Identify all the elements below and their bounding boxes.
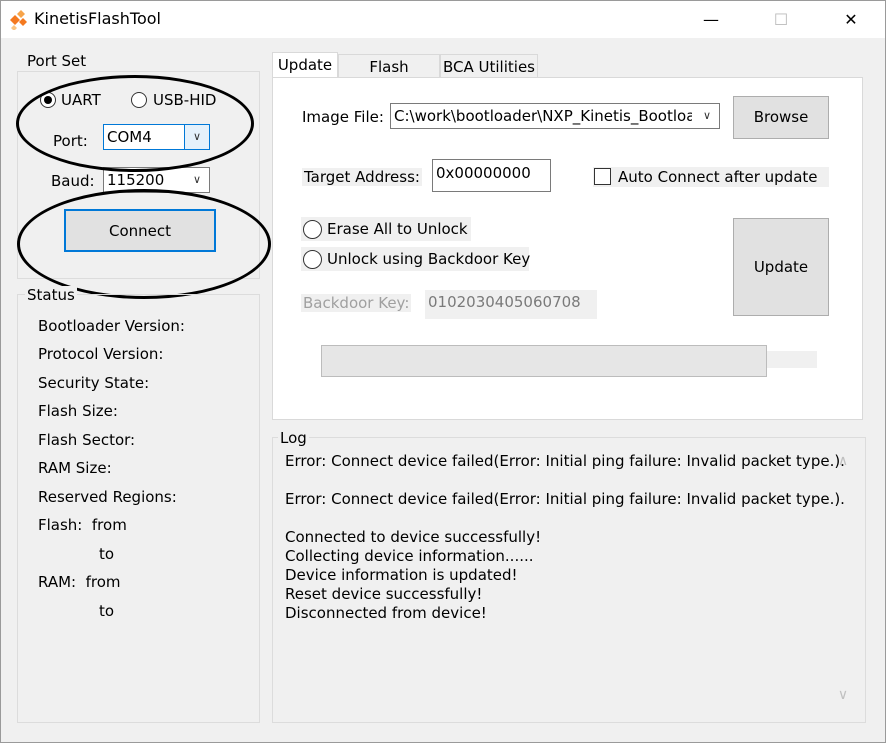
ram-to-label: to (99, 602, 115, 620)
ram-from-label: RAM: from (38, 573, 121, 591)
auto-connect-checkbox[interactable] (594, 168, 611, 185)
erase-all-label[interactable]: Erase All to Unlock (327, 220, 468, 238)
tab-update[interactable]: Update (272, 52, 338, 78)
annotation-ellipse-connect (17, 189, 271, 299)
target-address-input[interactable]: 0x00000000 (432, 159, 551, 192)
progress-bar (321, 345, 767, 377)
log-label: Log (278, 429, 309, 447)
unlock-backdoor-label[interactable]: Unlock using Backdoor Key (327, 250, 530, 268)
window-title: KinetisFlashTool (34, 9, 161, 28)
protocol-version-label: Protocol Version: (38, 345, 164, 363)
log-line: Error: Connect device failed(Error: Init… (285, 452, 845, 470)
image-file-label: Image File: (302, 108, 384, 126)
flash-to-label: to (99, 545, 115, 563)
log-line: Error: Connect device failed(Error: Init… (285, 490, 845, 508)
annotation-ellipse-port (16, 75, 254, 172)
baud-label: Baud: (51, 172, 95, 190)
bootloader-version-label: Bootloader Version: (38, 317, 185, 335)
scroll-down-icon[interactable]: ∨ (833, 687, 853, 707)
status-label: Status (25, 286, 77, 304)
target-address-value: 0x00000000 (436, 164, 531, 182)
backdoor-key-label: Backdoor Key: (301, 294, 412, 312)
log-line: Connected to device successfully! (285, 528, 542, 546)
log-line: Collecting device information...... (285, 547, 534, 565)
reserved-regions-label: Reserved Regions: (38, 488, 177, 506)
flash-size-label: Flash Size: (38, 402, 118, 420)
tab-flash-utilities[interactable]: Flash Utilities (338, 54, 440, 100)
tab-bca-utilities[interactable]: BCA Utilities (440, 54, 538, 78)
security-state-label: Security State: (38, 374, 150, 392)
erase-all-radio[interactable] (303, 220, 322, 239)
image-file-select[interactable]: C:\work\bootloader\NXP_Kinetis_Bootloade… (390, 103, 720, 129)
browse-button[interactable]: Browse (733, 96, 829, 139)
flash-sector-label: Flash Sector: (38, 431, 136, 449)
minimize-button[interactable]: — (688, 1, 734, 38)
backdoor-key-input[interactable]: 0102030405060708 (425, 290, 597, 319)
progress-extension (767, 351, 817, 368)
chevron-down-icon[interactable]: ∨ (185, 168, 209, 192)
close-button[interactable]: ✕ (828, 1, 874, 38)
log-line: Reset device successfully! (285, 585, 483, 603)
title-bar: KinetisFlashTool — ☐ ✕ (1, 1, 885, 38)
image-file-value: C:\work\bootloader\NXP_Kinetis_Bootloade… (394, 107, 692, 125)
scroll-up-icon[interactable]: ∧ (833, 453, 853, 473)
unlock-backdoor-radio[interactable] (303, 250, 322, 269)
backdoor-key-value: 0102030405060708 (428, 293, 581, 311)
flash-from-label: Flash: from (38, 516, 127, 534)
log-line: Disconnected from device! (285, 604, 487, 622)
main-window: KinetisFlashTool — ☐ ✕ Port Set UART USB… (0, 0, 886, 743)
chevron-down-icon[interactable]: ∨ (695, 104, 719, 128)
auto-connect-label[interactable]: Auto Connect after update (618, 168, 818, 186)
port-set-label: Port Set (25, 52, 89, 70)
app-logo-icon (10, 10, 27, 30)
target-address-label: Target Address: (302, 168, 422, 186)
baud-select-value: 115200 (107, 171, 165, 189)
ram-size-label: RAM Size: (38, 459, 112, 477)
maximize-button[interactable]: ☐ (758, 1, 804, 38)
log-line: Device information is updated! (285, 566, 518, 584)
update-button[interactable]: Update (733, 218, 829, 316)
